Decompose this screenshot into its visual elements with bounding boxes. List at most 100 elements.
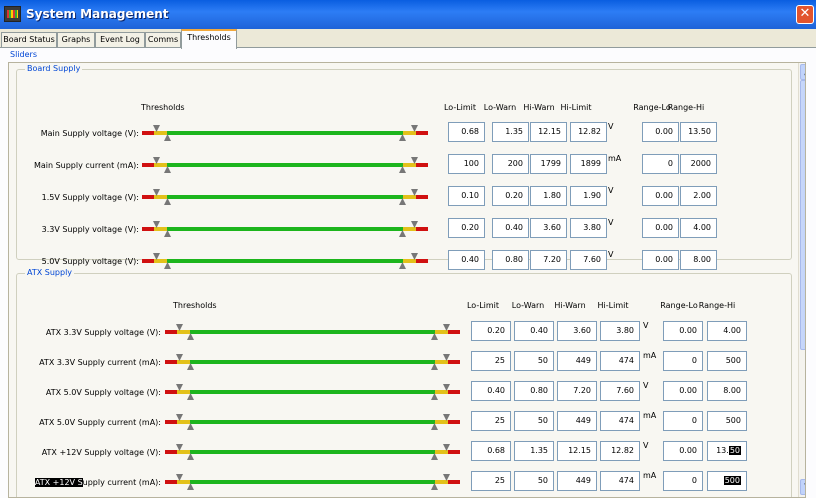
range-lo-input[interactable]: 0 xyxy=(642,154,679,174)
row-label-rest: upply current (mA): xyxy=(82,478,161,487)
hi-warn-input[interactable]: 12.15 xyxy=(557,441,597,461)
lo-warn-input[interactable]: 200 xyxy=(492,154,529,174)
range-lo-input[interactable]: 0.00 xyxy=(642,250,679,270)
range-lo-input[interactable]: 0.00 xyxy=(663,441,703,461)
scroll-down-icon[interactable]: ▼ xyxy=(800,479,805,495)
range-hi-input[interactable]: 4.00 xyxy=(680,218,717,238)
threshold-slider-track[interactable] xyxy=(165,360,460,364)
lo-warn-input[interactable]: 0.40 xyxy=(514,321,554,341)
threshold-zone xyxy=(165,450,177,454)
lo-limit-input[interactable]: 0.40 xyxy=(448,250,485,270)
scroll-up-icon[interactable]: ▲ xyxy=(800,64,805,80)
range-hi-input[interactable]: 500 xyxy=(707,411,747,431)
close-button[interactable]: ✕ xyxy=(796,5,814,24)
slider-handle-icon[interactable] xyxy=(399,262,406,269)
range-hi-selected-text: 500 xyxy=(723,476,741,485)
lo-warn-input[interactable]: 1.35 xyxy=(514,441,554,461)
lo-limit-input[interactable]: 0.10 xyxy=(448,186,485,206)
lo-limit-input[interactable]: 0.20 xyxy=(471,321,511,341)
hi-limit-input[interactable]: 7.60 xyxy=(600,381,640,401)
range-lo-input[interactable]: 0.00 xyxy=(663,381,703,401)
row-label: Main Supply voltage (V): xyxy=(40,129,139,138)
lo-warn-input[interactable]: 0.40 xyxy=(492,218,529,238)
threshold-slider-track[interactable] xyxy=(142,227,428,231)
range-hi-input[interactable]: 2000 xyxy=(680,154,717,174)
range-lo-input[interactable]: 0 xyxy=(663,471,703,491)
threshold-slider-track[interactable] xyxy=(142,163,428,167)
hi-warn-input[interactable]: 1799 xyxy=(530,154,567,174)
threshold-slider-track[interactable] xyxy=(142,131,428,135)
lo-warn-input[interactable]: 0.20 xyxy=(492,186,529,206)
tab-event-log[interactable]: Event Log xyxy=(95,32,145,48)
hi-limit-input[interactable]: 12.82 xyxy=(570,122,607,142)
threshold-slider-track[interactable] xyxy=(165,450,460,454)
hi-limit-input[interactable]: 3.80 xyxy=(570,218,607,238)
range-lo-input[interactable]: 0 xyxy=(663,351,703,371)
range-lo-input[interactable]: 0.00 xyxy=(642,218,679,238)
tab-thresholds[interactable]: Thresholds xyxy=(181,29,237,49)
window-title: System Management xyxy=(26,7,169,21)
hi-warn-input[interactable]: 449 xyxy=(557,411,597,431)
hi-warn-input[interactable]: 449 xyxy=(557,471,597,491)
lo-warn-input[interactable]: 50 xyxy=(514,411,554,431)
threshold-slider-track[interactable] xyxy=(165,330,460,334)
threshold-slider-track[interactable] xyxy=(165,480,460,484)
lo-warn-input[interactable]: 1.35 xyxy=(492,122,529,142)
threshold-zone xyxy=(448,360,460,364)
lo-limit-input[interactable]: 25 xyxy=(471,351,511,371)
lo-limit-input[interactable]: 100 xyxy=(448,154,485,174)
hi-limit-input[interactable]: 474 xyxy=(600,351,640,371)
vertical-scrollbar[interactable]: ▲ ▼ xyxy=(798,63,805,497)
lo-warn-input[interactable]: 50 xyxy=(514,351,554,371)
tab-board-status[interactable]: Board Status xyxy=(1,32,57,48)
hi-limit-input[interactable]: 1.90 xyxy=(570,186,607,206)
row-label-highlight: ATX +12V S xyxy=(34,478,83,487)
lo-warn-input[interactable]: 0.80 xyxy=(492,250,529,270)
hi-limit-input[interactable]: 12.82 xyxy=(600,441,640,461)
hi-limit-input[interactable]: 7.60 xyxy=(570,250,607,270)
range-lo-input[interactable]: 0.00 xyxy=(642,122,679,142)
range-hi-input[interactable]: 8.00 xyxy=(707,381,747,401)
range-hi-input[interactable]: 2.00 xyxy=(680,186,717,206)
lo-limit-input[interactable]: 0.68 xyxy=(471,441,511,461)
unit-label: V xyxy=(608,186,614,195)
lo-warn-input[interactable]: 0.80 xyxy=(514,381,554,401)
range-lo-input[interactable]: 0 xyxy=(663,411,703,431)
lo-limit-input[interactable]: 0.68 xyxy=(448,122,485,142)
hi-warn-input[interactable]: 1.80 xyxy=(530,186,567,206)
lo-limit-input[interactable]: 0.40 xyxy=(471,381,511,401)
slider-handle-icon[interactable] xyxy=(164,262,171,269)
threshold-slider-track[interactable] xyxy=(142,195,428,199)
threshold-zone xyxy=(154,163,167,167)
hi-warn-input[interactable]: 7.20 xyxy=(557,381,597,401)
range-lo-input[interactable]: 0.00 xyxy=(663,321,703,341)
range-hi-input[interactable]: 8.00 xyxy=(680,250,717,270)
scroll-thumb[interactable] xyxy=(800,80,805,350)
hi-warn-input[interactable]: 12.15 xyxy=(530,122,567,142)
hi-warn-input[interactable]: 449 xyxy=(557,351,597,371)
threshold-slider-track[interactable] xyxy=(165,390,460,394)
tab-graphs[interactable]: Graphs xyxy=(57,32,95,48)
threshold-slider-track[interactable] xyxy=(165,420,460,424)
range-hi-input[interactable]: 500 xyxy=(707,351,747,371)
tab-comms[interactable]: Comms xyxy=(145,32,181,48)
range-hi-input[interactable]: 13.50 xyxy=(680,122,717,142)
hi-limit-input[interactable]: 474 xyxy=(600,411,640,431)
hi-warn-input[interactable]: 3.60 xyxy=(530,218,567,238)
lo-limit-input[interactable]: 0.20 xyxy=(448,218,485,238)
hi-warn-input[interactable]: 3.60 xyxy=(557,321,597,341)
threshold-zone xyxy=(435,390,448,394)
range-hi-input[interactable]: 500 xyxy=(707,471,747,491)
range-hi-input[interactable]: 13.50 xyxy=(707,441,747,461)
threshold-slider-track[interactable] xyxy=(142,259,428,263)
unit-label: V xyxy=(608,250,614,259)
lo-limit-input[interactable]: 25 xyxy=(471,471,511,491)
lo-warn-input[interactable]: 50 xyxy=(514,471,554,491)
hi-limit-input[interactable]: 3.80 xyxy=(600,321,640,341)
hi-warn-input[interactable]: 7.20 xyxy=(530,250,567,270)
range-hi-input[interactable]: 4.00 xyxy=(707,321,747,341)
range-lo-input[interactable]: 0.00 xyxy=(642,186,679,206)
lo-limit-input[interactable]: 25 xyxy=(471,411,511,431)
hi-limit-input[interactable]: 1899 xyxy=(570,154,607,174)
hi-limit-input[interactable]: 474 xyxy=(600,471,640,491)
